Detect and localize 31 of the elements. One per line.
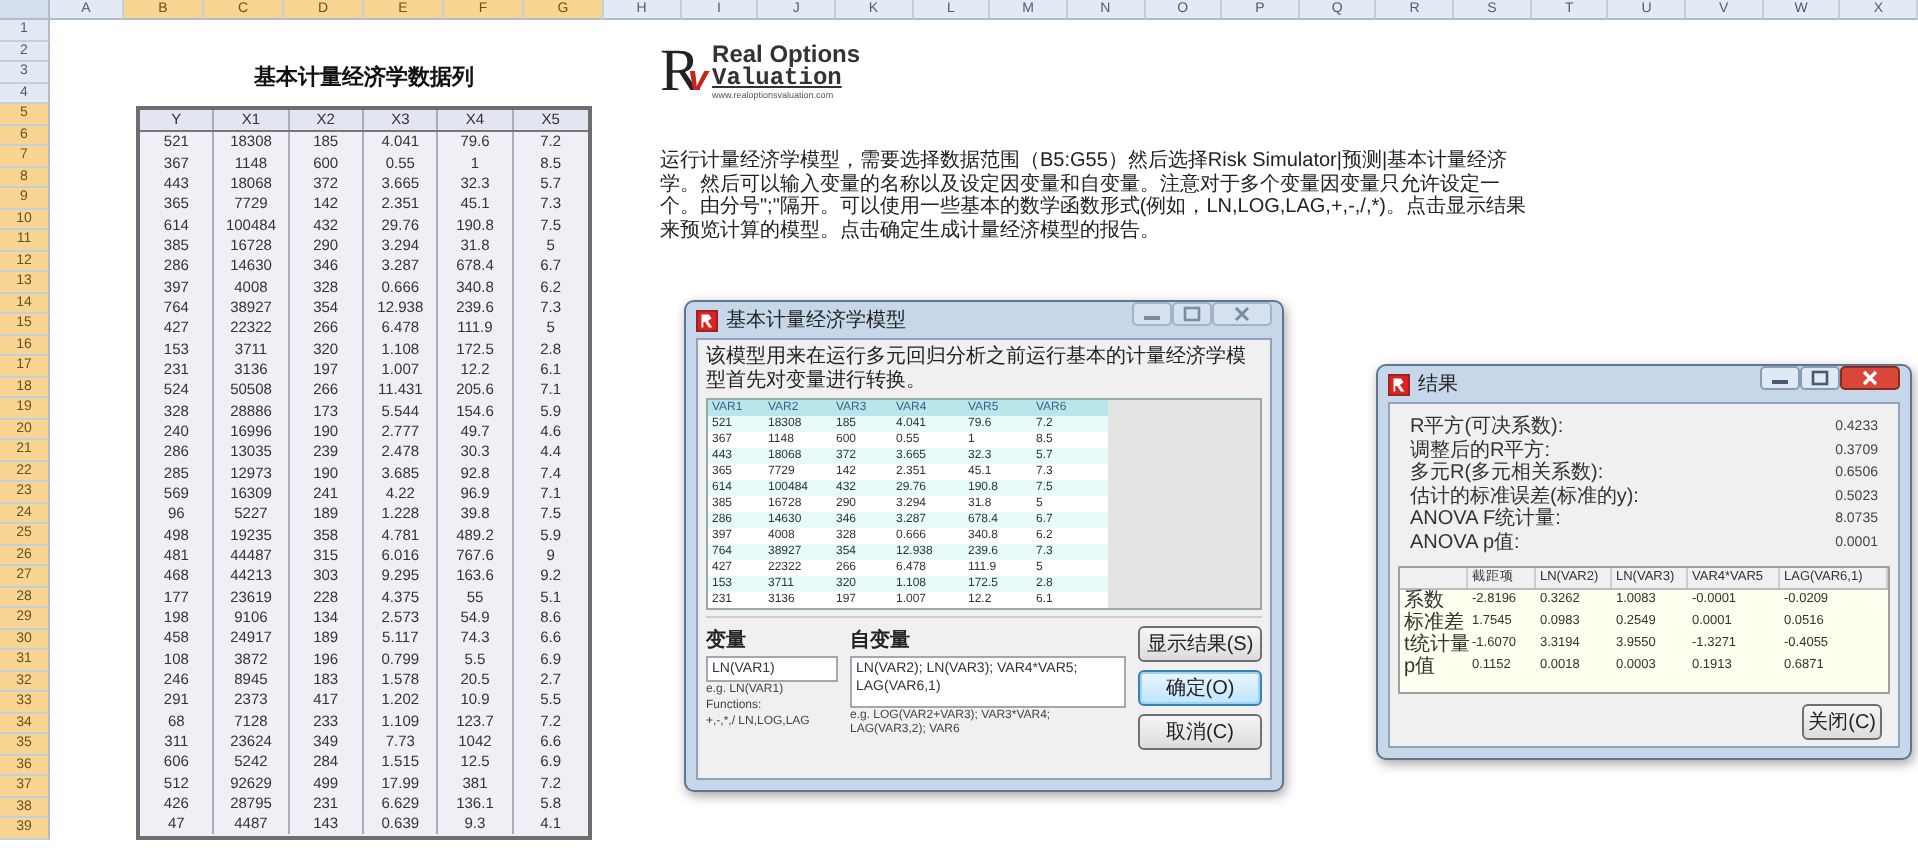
statistic-label: 多元R(多元相关系数):: [1410, 462, 1604, 485]
row-heading: 标准差: [1402, 612, 1466, 634]
maximize-icon[interactable]: [1800, 366, 1840, 390]
field-label: 自变量: [850, 626, 912, 654]
maximize-icon[interactable]: [1172, 302, 1212, 326]
select-all-corner[interactable]: [0, 0, 50, 20]
row-heading: t统计量: [1402, 634, 1468, 656]
statistic-label: ANOVA p值:: [1410, 531, 1520, 554]
dialog-button[interactable]: 显示结果(S): [1138, 626, 1262, 662]
dialog-button[interactable]: 确定(O): [1138, 670, 1262, 706]
logo-name: Real Options: [712, 41, 861, 65]
window-title: 结果: [1418, 371, 1460, 398]
statistic-label: 调整后的R平方:: [1410, 439, 1550, 461]
close-icon[interactable]: [1840, 366, 1900, 390]
statistic-label: 估计的标准误差(标准的y):: [1410, 485, 1639, 507]
field-label: 变量: [706, 626, 748, 654]
minimize-icon[interactable]: [1760, 366, 1800, 390]
logo-name: Valuation: [712, 65, 842, 89]
sheet-title: 基本计量经济学数据列: [254, 63, 474, 92]
statistic-label: R平方(可决系数):: [1410, 416, 1564, 439]
row-heading: p值: [1402, 656, 1438, 678]
close-button[interactable]: 关闭(C): [1802, 704, 1882, 740]
app-icon: [1388, 373, 1410, 395]
dialog-description: 该模型用来在运行多元回归分析之前运行基本的计量经济学模型首先对变量进行转换。: [706, 346, 1248, 392]
row-heading: 系数: [1402, 590, 1444, 612]
app-icon: [696, 309, 718, 331]
minimize-icon[interactable]: [1132, 302, 1172, 326]
dialog-button[interactable]: 取消(C): [1138, 714, 1262, 750]
statistic-label: ANOVA F统计量:: [1410, 508, 1561, 531]
instructions-text: 运行计量经济学模型，需要选择数据范围（B5:G55）然后选择Risk Simulator|预测|基本计量经济学。然后可以输入变量的名称以及设定因变量和自变量。注意对于多个变量因变量只允许设定一个。由分号";"隔开。可以使用一些基本的数学函数形式(例如，LN,LOG,LAG,+,-,/,*)。点击显示结果来预览计算的模型。点击确定生成计量经济模型的报告。: [660, 150, 1528, 242]
window-title: 基本计量经济学模型: [726, 307, 908, 334]
